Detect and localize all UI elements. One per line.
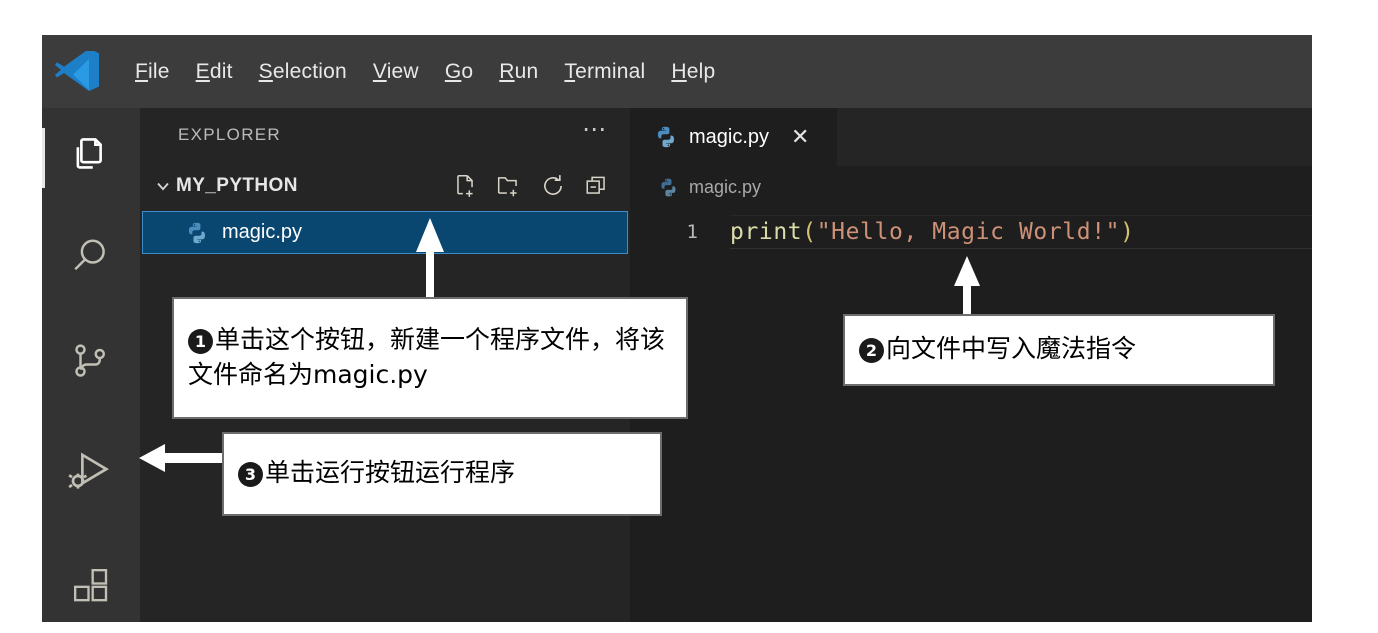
- callout-2: 2 向文件中写入魔法指令: [843, 314, 1275, 386]
- menu-item-help[interactable]: Help: [658, 56, 728, 87]
- explorer-file-item-magic-py[interactable]: magic.py: [142, 211, 628, 254]
- menu-rest: o: [461, 59, 474, 83]
- collapse-all-icon[interactable]: [584, 173, 610, 199]
- callout-3: 3 单击运行按钮运行程序: [222, 432, 662, 516]
- menu-mnemonic: S: [258, 59, 273, 83]
- menu-item-edit[interactable]: Edit: [183, 56, 246, 87]
- menu-mnemonic: R: [499, 59, 515, 83]
- extensions-blocks-icon: [71, 566, 111, 611]
- callout-2-text: 2 向文件中写入魔法指令: [845, 325, 1150, 375]
- search-icon: [70, 235, 112, 282]
- menu-mnemonic: V: [372, 59, 387, 83]
- callout-1: 1 单击这个按钮，新建一个程序文件，将该文件命名为magic.py: [172, 297, 688, 419]
- activity-item-run-and-debug[interactable]: [42, 433, 140, 513]
- python-file-icon: [654, 125, 678, 149]
- menu-item-view[interactable]: View: [360, 56, 432, 87]
- menu-rest: dit: [209, 59, 233, 83]
- line-number: 1: [686, 221, 698, 243]
- breadcrumb-item-magic-py[interactable]: magic.py: [689, 177, 761, 198]
- new-folder-icon[interactable]: [496, 173, 522, 199]
- editor-code-line: 1 print("Hello, Magic World!"): [630, 212, 1312, 252]
- explorer-folder-row[interactable]: MY_PYTHON: [140, 162, 630, 210]
- explorer-folder-name: MY_PYTHON: [176, 175, 298, 196]
- activity-item-source-control[interactable]: [42, 323, 140, 403]
- menu-mnemonic: G: [444, 59, 462, 83]
- python-file-icon: [185, 221, 209, 245]
- chevron-down-icon[interactable]: [150, 176, 176, 196]
- callout-1-number: 1: [188, 328, 213, 354]
- explorer-header: EXPLORER ⋯: [140, 108, 630, 162]
- menu-rest: un: [514, 59, 539, 83]
- callout-3-body: 单击运行按钮运行程序: [265, 458, 516, 488]
- activity-bar: [42, 108, 140, 622]
- callout-3-text: 3 单击运行按钮运行程序: [224, 449, 529, 499]
- menu-mnemonic: F: [135, 59, 149, 83]
- code-token-function: print: [730, 219, 803, 245]
- menu-mnemonic: T: [564, 59, 576, 83]
- editor-tab-magic-py[interactable]: magic.py ✕: [630, 108, 837, 166]
- source-control-branch-icon: [70, 340, 112, 387]
- files-explorer-icon: [70, 135, 112, 182]
- vscode-logo-icon: [52, 50, 104, 94]
- code-token-string: "Hello, Magic World!": [816, 219, 1121, 245]
- breadcrumb: magic.py: [630, 166, 761, 208]
- code-token-open-paren: (: [802, 219, 817, 245]
- callout-2-arrow-up: [954, 256, 980, 318]
- menu-rest: iew: [386, 59, 419, 83]
- menu-items: File Edit Selection View Go Run Terminal…: [122, 56, 728, 87]
- callout-1-body: 单击这个按钮，新建一个程序文件，将该文件命名为magic.py: [188, 324, 666, 390]
- code-token-close-paren: ): [1120, 219, 1135, 245]
- menu-rest: election: [272, 59, 347, 83]
- callout-3-number: 3: [238, 462, 263, 488]
- explorer-folder-actions: [452, 173, 618, 199]
- explorer-title: EXPLORER: [178, 125, 281, 144]
- callout-2-body: 向文件中写入魔法指令: [886, 334, 1137, 364]
- menu-item-file[interactable]: File: [122, 56, 183, 87]
- menu-mnemonic: E: [195, 59, 210, 83]
- callout-3-arrow-left: [139, 444, 227, 472]
- callout-2-number: 2: [859, 338, 884, 364]
- callout-1-text: 1 单击这个按钮，新建一个程序文件，将该文件命名为magic.py: [174, 316, 686, 401]
- close-icon[interactable]: ✕: [791, 126, 809, 148]
- menu-bar: File Edit Selection View Go Run Terminal…: [42, 35, 1312, 108]
- refresh-icon[interactable]: [540, 173, 566, 199]
- code-content[interactable]: print("Hello, Magic World!"): [730, 215, 1312, 249]
- menu-rest: elp: [686, 59, 716, 83]
- menu-item-go[interactable]: Go: [432, 56, 486, 87]
- editor-tab-label: magic.py: [689, 125, 770, 148]
- ellipsis-icon[interactable]: ⋯: [582, 118, 608, 145]
- menu-item-selection[interactable]: Selection: [246, 56, 360, 87]
- menu-mnemonic: H: [671, 59, 687, 83]
- menu-item-terminal[interactable]: Terminal: [551, 56, 658, 87]
- explorer-file-name: magic.py: [222, 221, 303, 243]
- python-file-icon: [658, 177, 679, 198]
- menu-item-run[interactable]: Run: [486, 56, 551, 87]
- activity-item-search[interactable]: [42, 218, 140, 298]
- menu-rest: erminal: [575, 59, 646, 83]
- editor-tab-bar: magic.py ✕: [630, 108, 1312, 166]
- run-and-debug-icon: [68, 448, 114, 499]
- activity-item-explorer[interactable]: [42, 118, 140, 198]
- menu-rest: ile: [148, 59, 170, 83]
- new-file-icon[interactable]: [452, 173, 478, 199]
- activity-item-extensions[interactable]: [42, 548, 140, 622]
